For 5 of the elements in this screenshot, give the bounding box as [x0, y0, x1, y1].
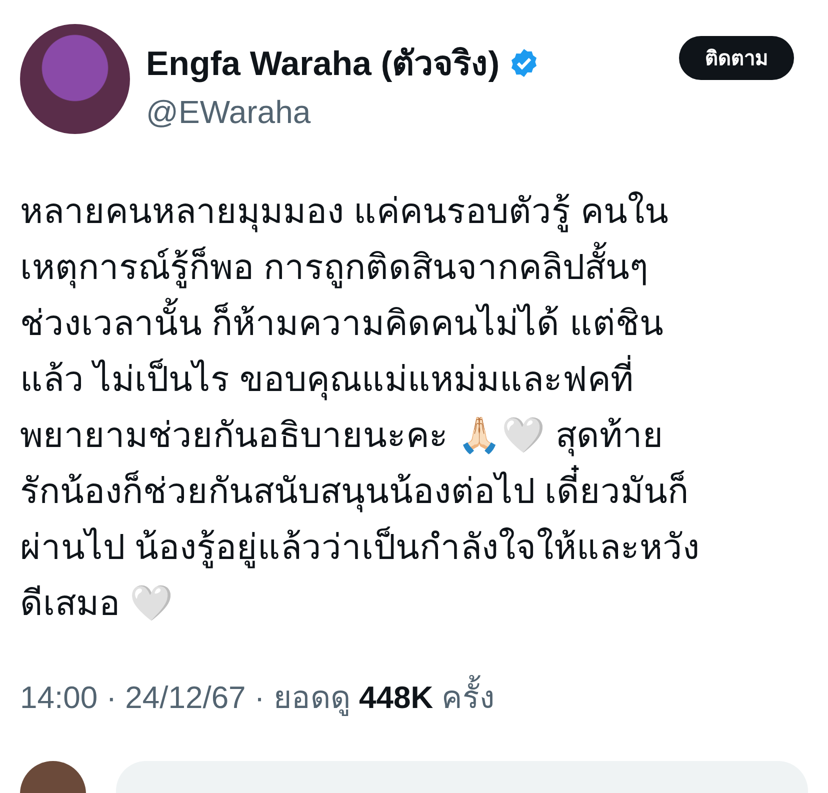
post-meta: 14:00 · 24/12/67 · ยอดดู 448K ครั้ง — [20, 672, 828, 722]
follow-button[interactable]: ติดตาม — [679, 36, 794, 80]
author-name[interactable]: Engfa Waraha (ตัวจริง) — [146, 36, 500, 90]
author-handle[interactable]: @EWaraha — [146, 94, 663, 131]
post-text: หลายคนหลายมุมมอง แค่คนรอบตัวรู้ คนใน เหตุการณ์รู้ก็พอ การถูกติดสินจากคลิปสั้นๆ ช่วงเวลานั้น ก็ห้ามความคิดคนไม่ได้ แต่ชิน แล้ว ไม่เป็นไร ขอบคุณแม่แหม่มและฟคที่ พยายามช่วยกันอธิบายนะคะ 🙏🏻🤍 สุดท้าย รักน้องก็ช่วยกันสนับสนุนน้องต่อไป เดี๋ยวมันก็ ผ่านไป น้องรู้อยู่แล้วว่าเป็นกำลังใจให้และหวัง ดีเสมอ 🤍 — [20, 190, 701, 625]
